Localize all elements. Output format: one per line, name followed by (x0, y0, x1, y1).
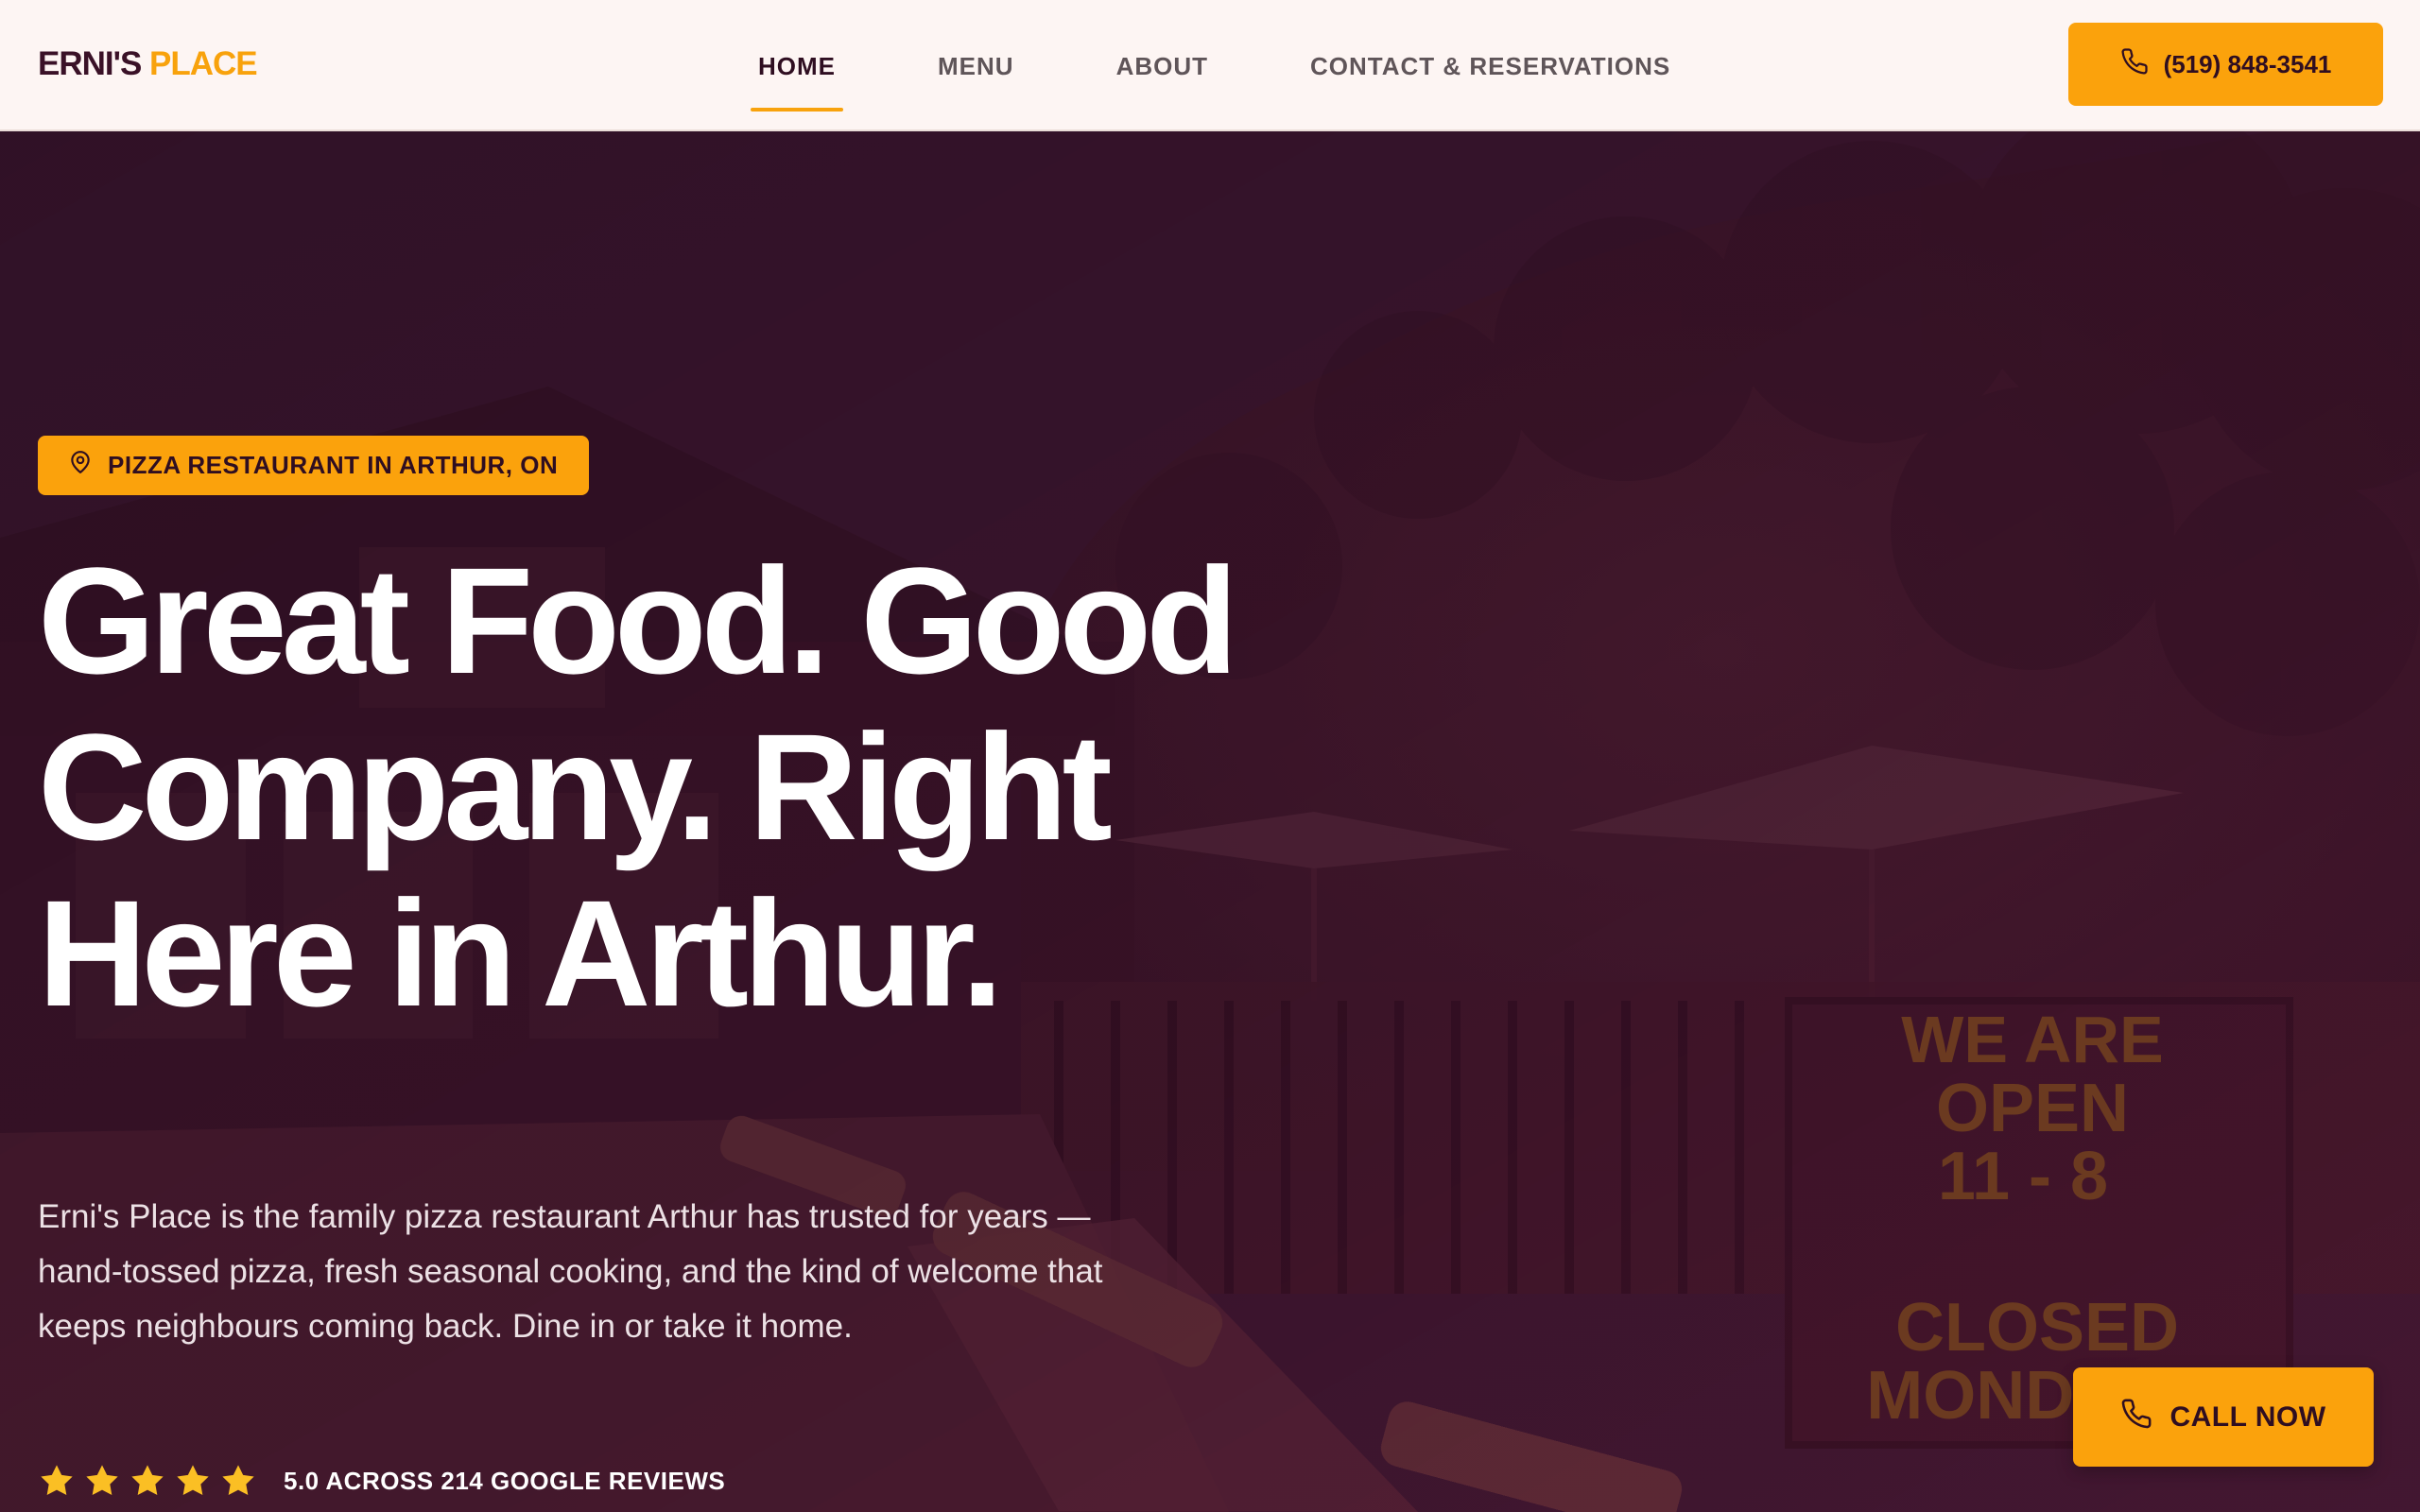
rating-text: 5.0 ACROSS 214 GOOGLE REVIEWS (284, 1466, 726, 1495)
header-phone-label: (519) 848-3541 (2163, 49, 2332, 78)
main-nav: HOME MENU ABOUT CONTACT & RESERVATIONS (741, 45, 1687, 112)
star-icon (86, 1465, 118, 1495)
hero-section: WE ARE OPEN 11 - 8 CLOSED MONDAYS PIZZA … (0, 131, 2420, 1512)
rating-stars (38, 1462, 257, 1500)
call-now-button[interactable]: CALL NOW (2073, 1367, 2374, 1467)
logo[interactable]: ERNI'S PLACE (38, 43, 258, 85)
sign-text-line-2: OPEN (1936, 1071, 2129, 1146)
sign-text-line-3: 11 - 8 (1938, 1139, 2108, 1214)
hero-headline-line-3: Here in Arthur. (38, 868, 1003, 1038)
logo-text-primary: ERNI'S (38, 45, 142, 82)
star-icon (41, 1465, 73, 1495)
map-pin-icon (68, 450, 93, 481)
logo-text-accent: PLACE (149, 45, 258, 82)
call-now-label: CALL NOW (2169, 1400, 2326, 1433)
star-icon (222, 1465, 254, 1495)
location-badge-label: PIZZA RESTAURANT IN ARTHUR, ON (108, 451, 559, 479)
hero-headline-line-2: Company. Right (38, 702, 1113, 871)
hero-intro-text: Erni's Place is the family pizza restaur… (38, 1198, 1103, 1345)
star-icon (177, 1465, 209, 1495)
nav-item-contact-reservations[interactable]: CONTACT & RESERVATIONS (1293, 45, 1687, 102)
sign-text-line-1: WE ARE (1901, 1003, 2163, 1076)
rating-summary: 5.0 ACROSS 214 GOOGLE REVIEWS (38, 1462, 725, 1500)
sign-text-line-4: CLOSED (1895, 1290, 2179, 1366)
star-icon (131, 1465, 164, 1495)
header-phone-button[interactable]: (519) 848-3541 (2068, 23, 2383, 106)
nav-item-menu[interactable]: MENU (921, 45, 1031, 102)
phone-icon (2120, 1398, 2152, 1437)
site-header: ERNI'S PLACE HOME MENU ABOUT CONTACT & R… (0, 0, 2420, 131)
nav-item-about[interactable]: ABOUT (1099, 45, 1225, 102)
hero-headline: Great Food. Good Company. Right Here in … (38, 538, 1456, 1037)
location-badge: PIZZA RESTAURANT IN ARTHUR, ON (38, 436, 590, 495)
nav-item-home[interactable]: HOME (741, 45, 853, 112)
hero-headline-line-1: Great Food. Good (38, 536, 1238, 705)
phone-icon (2120, 47, 2149, 82)
